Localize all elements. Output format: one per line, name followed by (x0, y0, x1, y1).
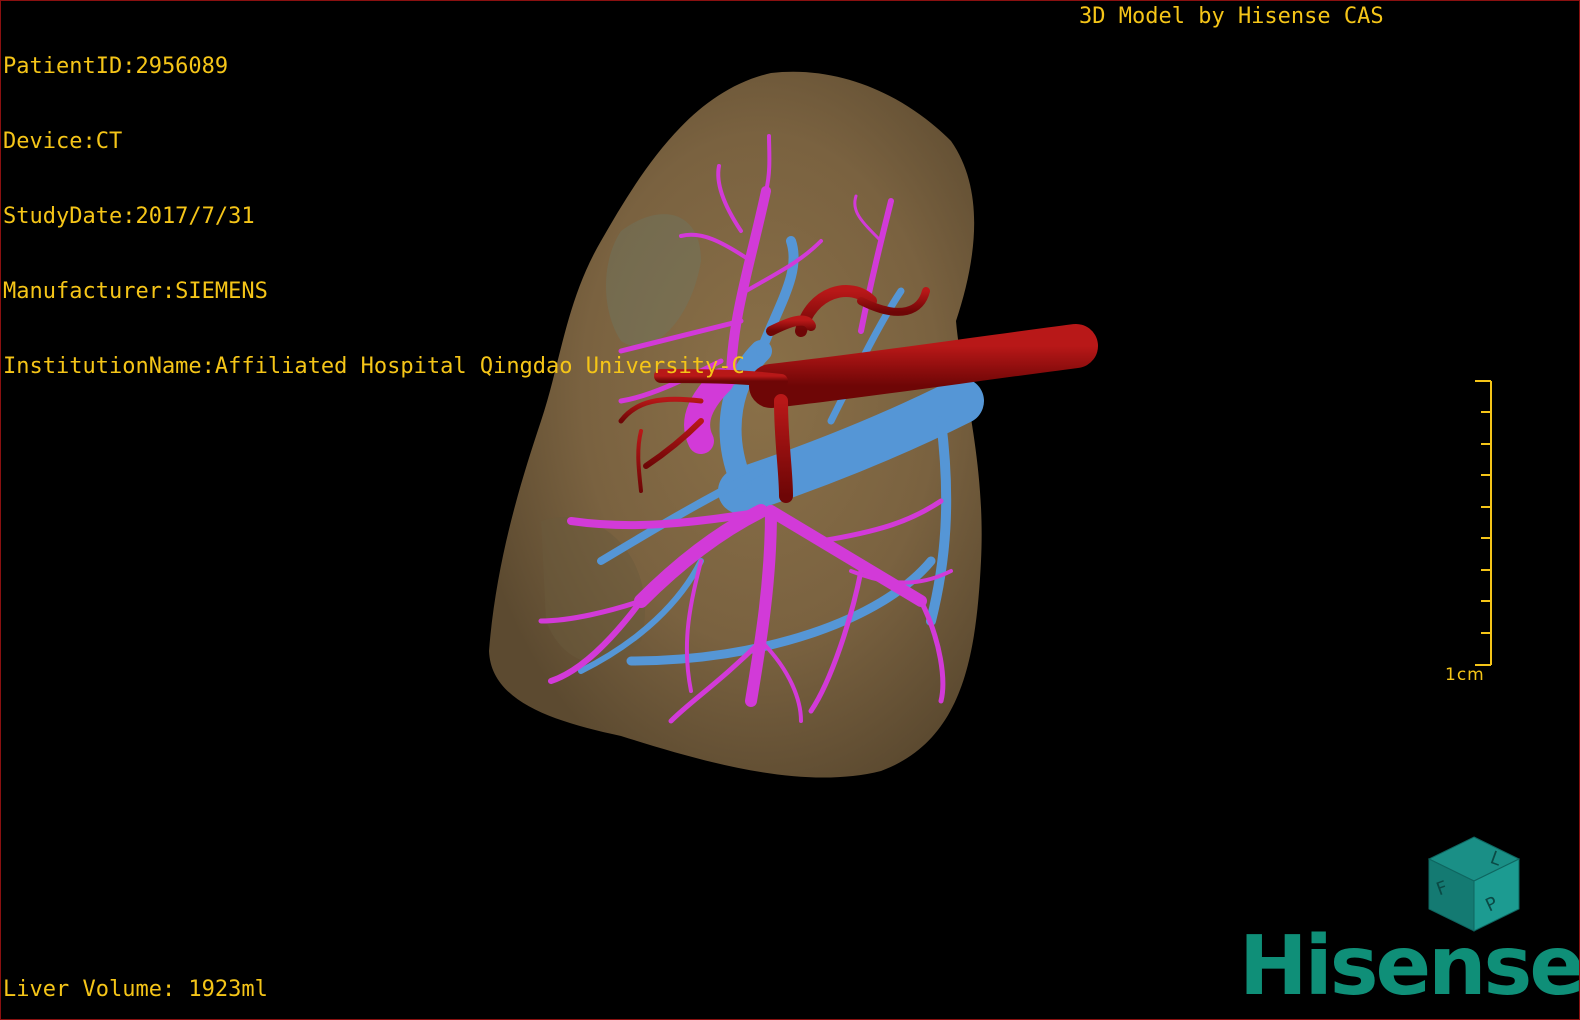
3d-viewport[interactable]: PatientID:2956089 Device:CT StudyDate:20… (0, 0, 1580, 1020)
liver-volume-readout: Liver Volume: 1923ml (3, 977, 268, 1002)
device-text: Device:CT (3, 129, 123, 154)
manufacturer-text: Manufacturer:SIEMENS (3, 279, 268, 304)
dicom-info-overlay: PatientID:2956089 Device:CT StudyDate:20… (3, 4, 745, 429)
hisense-logo: Hisense (1239, 919, 1580, 1014)
study-date-text: StudyDate:2017/7/31 (3, 204, 255, 229)
institution-text: InstitutionName:Affiliated Hospital Qing… (3, 354, 745, 379)
model-credit-text: 3D Model by Hisense CAS (1079, 4, 1384, 29)
scale-bar (1475, 380, 1492, 666)
patient-id-text: PatientID:2956089 (3, 54, 229, 79)
scale-bar-label: 1cm (1445, 665, 1485, 685)
